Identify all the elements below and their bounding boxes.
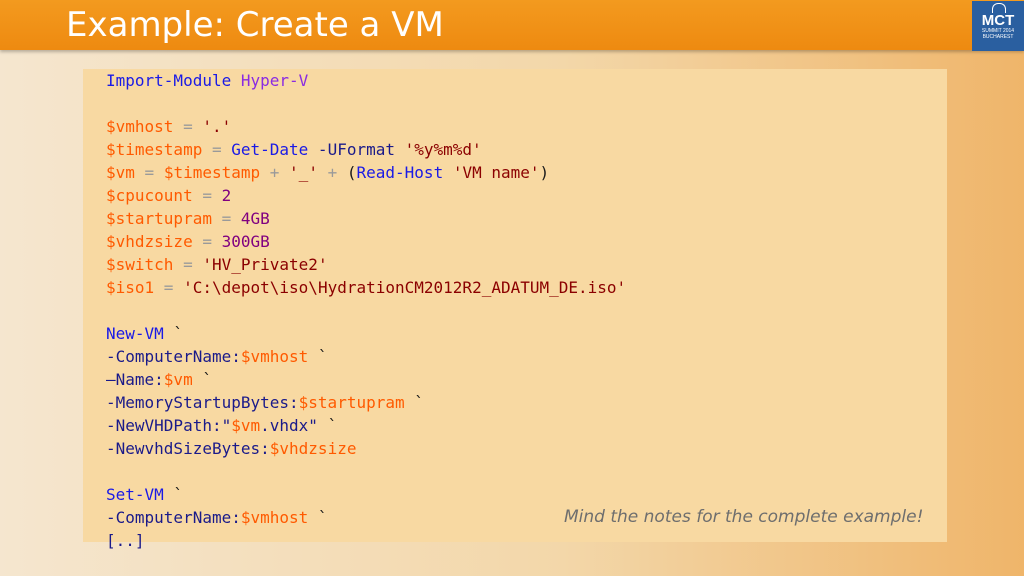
code-line: $startupram = 4GB bbox=[106, 207, 626, 230]
code-line: -NewvhdSizeBytes:$vhdzsize bbox=[106, 437, 626, 460]
code-token: $vmhost bbox=[240, 347, 309, 366]
code-line: $vmhost = '.' bbox=[106, 115, 626, 138]
code-token: $vm bbox=[231, 416, 261, 435]
mct-summit-logo: MCT SUMMIT 2014 BUCHAREST bbox=[972, 1, 1024, 51]
code-token: 'VM name' bbox=[452, 163, 540, 182]
code-token: [..] bbox=[106, 531, 145, 550]
code-line: $vm = $timestamp + '_' + (Read-Host 'VM … bbox=[106, 161, 626, 184]
slide-title: Example: Create a VM bbox=[66, 5, 444, 45]
code-line: -MemoryStartupBytes:$startupram ` bbox=[106, 391, 626, 414]
code-line: $vhdzsize = 300GB bbox=[106, 230, 626, 253]
title-bar: Example: Create a VM bbox=[0, 0, 1024, 50]
code-token: + bbox=[317, 163, 347, 182]
code-line: –Name:$vm ` bbox=[106, 368, 626, 391]
code-token: ( bbox=[346, 163, 357, 182]
code-token: $timestamp bbox=[163, 163, 261, 182]
code-line: [..] bbox=[106, 529, 626, 552]
code-token: $startupram bbox=[298, 393, 405, 412]
code-token: .vhdx" bbox=[260, 416, 318, 435]
code-line: Set-VM ` bbox=[106, 483, 626, 506]
code-token: $timestamp bbox=[106, 140, 203, 159]
code-token: ` bbox=[163, 324, 184, 343]
code-token: $vm bbox=[163, 370, 193, 389]
code-line: $iso1 = 'C:\depot\iso\HydrationCM2012R2_… bbox=[106, 276, 626, 299]
code-token: Import-Module bbox=[106, 71, 241, 90]
code-token: ` bbox=[192, 370, 212, 389]
code-token: 2 bbox=[221, 186, 232, 205]
code-token: New-VM bbox=[106, 324, 164, 343]
code-token: '.' bbox=[202, 117, 232, 136]
code-token: $vmhost bbox=[240, 508, 309, 527]
code-line: -NewVHDPath:"$vm.vhdx" ` bbox=[106, 414, 626, 437]
code-token: + bbox=[260, 163, 290, 182]
code-token: Hyper-V bbox=[240, 71, 309, 90]
logo-mct-text: MCT bbox=[981, 12, 1015, 29]
code-line: -ComputerName:$vmhost ` bbox=[106, 345, 626, 368]
code-token: '%y%m%d' bbox=[404, 140, 482, 159]
code-line: $timestamp = Get-Date -UFormat '%y%m%d' bbox=[106, 138, 626, 161]
code-token: = bbox=[173, 255, 203, 274]
code-token: $vm bbox=[106, 163, 135, 182]
code-token: = bbox=[192, 232, 222, 251]
code-token: 300GB bbox=[221, 232, 270, 251]
code-token: ` bbox=[308, 347, 328, 366]
code-token: $iso1 bbox=[106, 278, 155, 297]
code-token: ) bbox=[539, 163, 550, 182]
code-token: -NewVHDPath:" bbox=[106, 416, 232, 435]
code-token: = bbox=[211, 209, 241, 228]
code-token: = bbox=[192, 186, 222, 205]
code-panel: Import-Module Hyper-V $vmhost = '.' $times… bbox=[83, 69, 947, 550]
code-token: = bbox=[202, 140, 232, 159]
code-line: $cpucount = 2 bbox=[106, 184, 626, 207]
code-token: '_' bbox=[289, 163, 318, 182]
code-token: -NewvhdSizeBytes: bbox=[106, 439, 270, 458]
code-token: $startupram bbox=[106, 209, 212, 228]
code-token: $vmhost bbox=[106, 117, 174, 136]
code-token: Set-VM bbox=[106, 485, 164, 504]
code-token: $cpucount bbox=[106, 186, 193, 205]
code-token: = bbox=[173, 117, 203, 136]
code-line: New-VM ` bbox=[106, 322, 626, 345]
code-token: -UFormat bbox=[308, 140, 405, 159]
code-token: ` bbox=[308, 508, 328, 527]
code-token: 'HV_Private2' bbox=[202, 255, 328, 274]
code-token: ` bbox=[317, 416, 338, 435]
code-token: = bbox=[154, 278, 184, 297]
code-token: Get-Date bbox=[231, 140, 309, 159]
logo-city-text: BUCHAREST bbox=[982, 34, 1014, 40]
code-token: $vhdzsize bbox=[269, 439, 357, 458]
code-token: 4GB bbox=[240, 209, 270, 228]
code-token: –Name: bbox=[106, 370, 164, 389]
code-line: -ComputerName:$vmhost ` bbox=[106, 506, 626, 529]
code-token: ` bbox=[163, 485, 184, 504]
code-token: ` bbox=[404, 393, 424, 412]
tower-icon bbox=[992, 3, 1006, 13]
code-token: -ComputerName: bbox=[106, 347, 241, 366]
code-block: Import-Module Hyper-V $vmhost = '.' $times… bbox=[106, 69, 626, 552]
code-token: -ComputerName: bbox=[106, 508, 241, 527]
code-token: $switch bbox=[106, 255, 174, 274]
code-line: $switch = 'HV_Private2' bbox=[106, 253, 626, 276]
slide-note: Mind the notes for the complete example! bbox=[564, 507, 924, 527]
code-token: Read-Host bbox=[356, 163, 444, 182]
code-token: 'C:\depot\iso\HydrationCM2012R2_ADATUM_D… bbox=[183, 278, 627, 297]
code-token: $vhdzsize bbox=[106, 232, 193, 251]
code-line: Import-Module Hyper-V bbox=[106, 69, 626, 92]
code-token: -MemoryStartupBytes: bbox=[106, 393, 299, 412]
code-token: = bbox=[134, 163, 164, 182]
